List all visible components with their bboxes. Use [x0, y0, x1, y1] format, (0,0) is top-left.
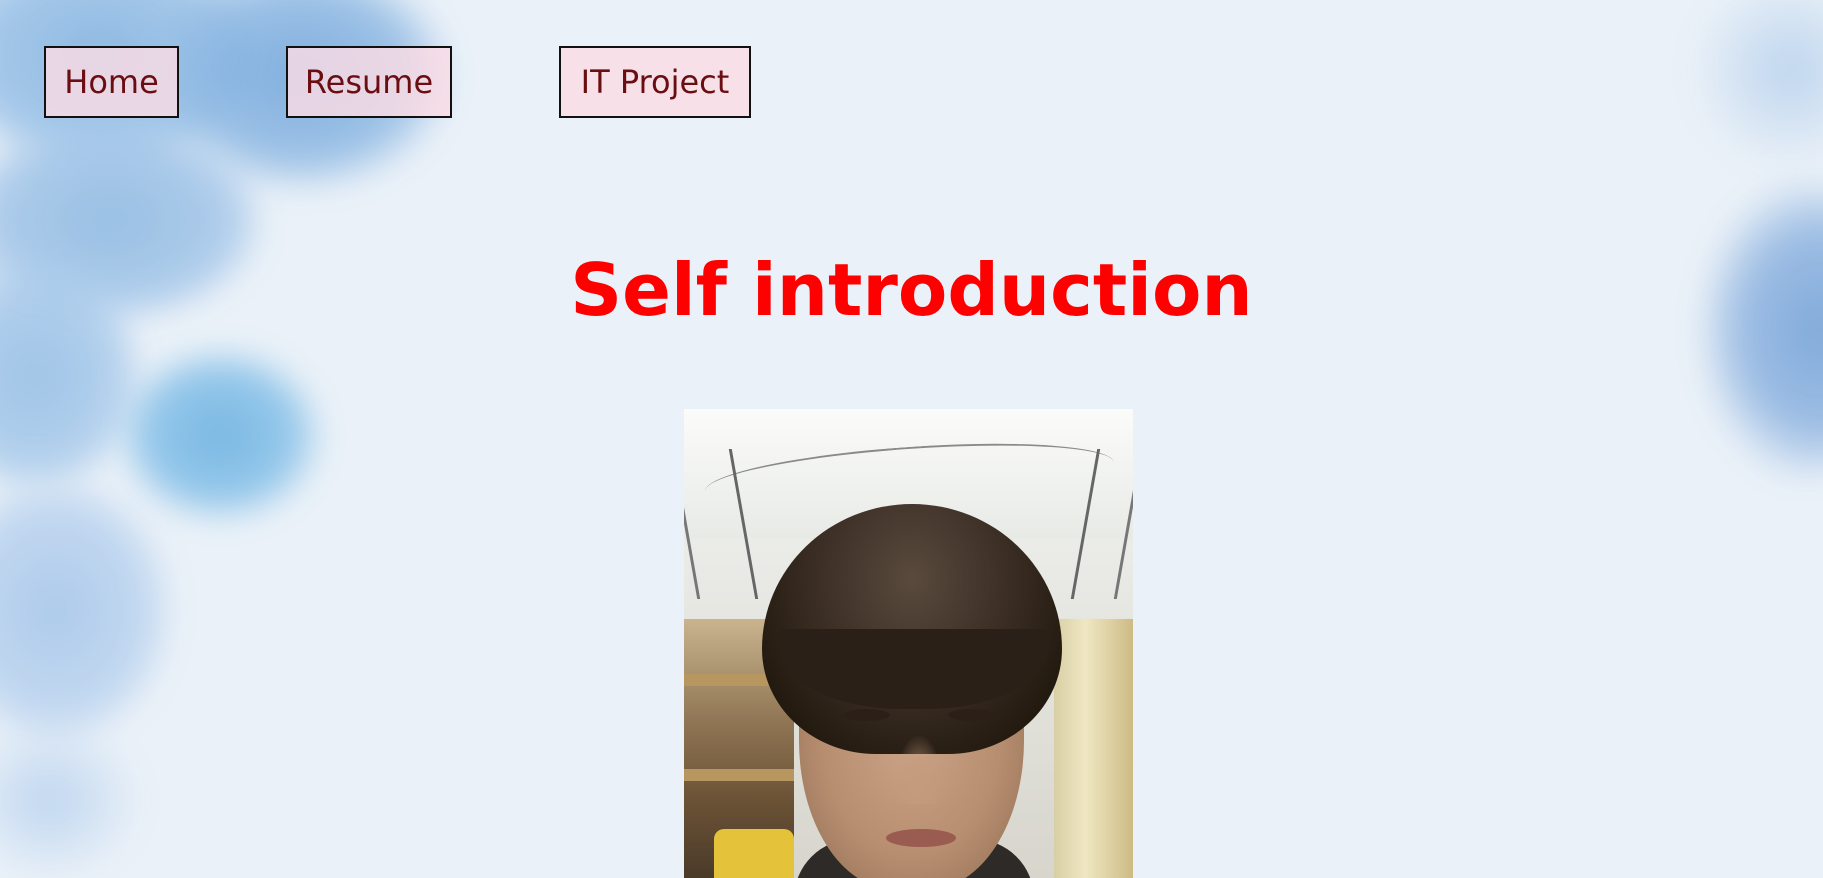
- page-title: Self introduction: [570, 248, 1253, 332]
- profile-photo: [684, 409, 1133, 878]
- home-nav-button[interactable]: Home: [44, 46, 179, 118]
- it-project-nav-button[interactable]: IT Project: [559, 46, 751, 118]
- resume-nav-button[interactable]: Resume: [286, 46, 452, 118]
